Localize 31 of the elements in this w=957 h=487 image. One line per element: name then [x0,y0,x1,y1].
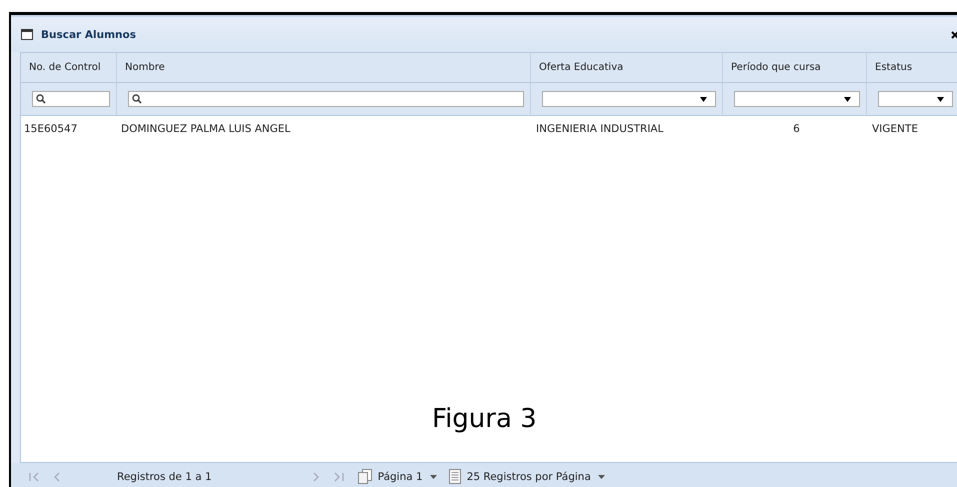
window-title: Buscar Alumnos [41,28,136,40]
column-header[interactable]: Oferta Educativa [531,53,723,82]
close-icon[interactable] [951,30,957,38]
column-header[interactable]: No. de Control [21,53,117,82]
search-icon [132,94,142,104]
filter-dropdown[interactable] [542,91,716,107]
caret-icon [430,474,437,478]
table-cell: 15E60547 [24,122,78,134]
filter-dropdown[interactable] [734,91,860,107]
dropdown-arrow-icon [937,96,944,102]
dropdown-arrow-icon [700,96,707,102]
column-header[interactable]: Período que cursa [723,53,867,82]
dropdown-arrow-icon [844,96,851,102]
table-cell: INGENIERIA INDUSTRIAL [536,122,664,134]
pages-icon [358,469,372,484]
search-icon [36,94,46,104]
window-icon [21,29,33,40]
figure-caption: Figura 3 [432,404,537,434]
search-field[interactable] [32,91,110,107]
table-cell: VIGENTE [872,122,918,134]
table-cell: DOMINGUEZ PALMA LUIS ANGEL [121,122,290,134]
caret-icon [598,474,605,478]
table-cell: 6 [793,122,800,134]
column-header[interactable]: Estatus [867,53,957,82]
records-label: Registros de 1 a 1 [117,470,212,482]
column-header[interactable]: Nombre [117,53,531,82]
filter-dropdown[interactable] [878,91,953,107]
list-icon [448,469,461,484]
page-selector[interactable]: Página 1 [378,470,437,482]
search-field[interactable] [128,91,524,107]
page-size-selector[interactable]: 25 Registros por Página [466,470,605,482]
